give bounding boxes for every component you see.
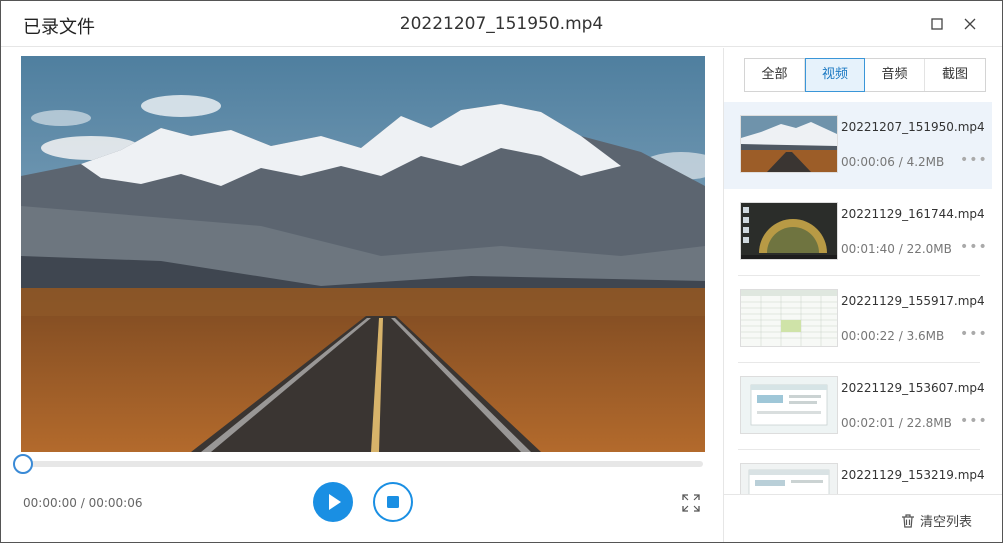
maximize-icon xyxy=(931,18,943,30)
list-item[interactable]: 20221129_153607.mp4 00:02:01 / 22.8MB ••… xyxy=(724,363,992,450)
list-item[interactable]: 20221129_155917.mp4 00:00:22 / 3.6MB ••• xyxy=(724,276,992,363)
tab-all[interactable]: 全部 xyxy=(745,59,805,91)
mountain-thumbnail-image xyxy=(741,116,837,172)
tab-screenshot[interactable]: 截图 xyxy=(925,59,985,91)
play-icon xyxy=(329,494,341,510)
title-bar[interactable]: 已录文件 20221207_151950.mp4 xyxy=(1,1,1002,47)
fullscreen-button[interactable] xyxy=(681,493,701,513)
desktop-thumbnail-image xyxy=(741,203,837,259)
file-meta: 00:01:40 / 22.0MB xyxy=(841,242,952,256)
video-display[interactable] xyxy=(21,56,705,452)
current-file-title: 20221207_151950.mp4 xyxy=(399,14,604,34)
recorded-files-window: 已录文件 20221207_151950.mp4 00:00:00 / 00:0… xyxy=(0,0,1003,543)
sidebar-footer: 清空列表 xyxy=(724,494,1002,542)
video-frame-image xyxy=(21,56,705,452)
tab-audio[interactable]: 音频 xyxy=(865,59,925,91)
more-icon[interactable]: ••• xyxy=(960,152,988,168)
close-button[interactable] xyxy=(959,13,981,35)
close-icon xyxy=(964,18,976,30)
more-icon[interactable]: ••• xyxy=(960,239,988,255)
clear-list-label: 清空列表 xyxy=(920,515,973,530)
video-thumbnail xyxy=(740,202,838,260)
list-item[interactable]: 20221207_151950.mp4 00:00:06 / 4.2MB ••• xyxy=(724,102,992,189)
file-list[interactable]: 20221207_151950.mp4 00:00:06 / 4.2MB ••• xyxy=(724,102,1002,494)
play-button[interactable] xyxy=(313,482,353,522)
time-current: 00:00:00 xyxy=(23,496,77,510)
app-window-thumbnail-image xyxy=(741,377,837,433)
maximize-button[interactable] xyxy=(926,13,948,35)
file-name: 20221129_155917.mp4 xyxy=(841,294,985,308)
video-thumbnail xyxy=(740,115,838,173)
file-meta: 00:00:22 / 3.6MB xyxy=(841,329,945,343)
app-window-thumbnail-image xyxy=(741,464,837,494)
video-thumbnail xyxy=(740,463,838,494)
progress-bar[interactable] xyxy=(23,461,703,467)
time-readout: 00:00:00 / 00:00:06 xyxy=(23,496,142,510)
more-icon[interactable]: ••• xyxy=(960,413,988,429)
time-total: 00:00:06 xyxy=(88,496,143,510)
spreadsheet-thumbnail-image xyxy=(741,290,837,346)
progress-handle[interactable] xyxy=(13,454,33,474)
file-name: 20221129_153219.mp4 xyxy=(841,468,985,482)
tab-video[interactable]: 视频 xyxy=(805,58,865,92)
stop-icon xyxy=(387,496,399,508)
file-name: 20221207_151950.mp4 xyxy=(841,120,985,134)
stop-button[interactable] xyxy=(373,482,413,522)
video-thumbnail xyxy=(740,289,838,347)
clear-list-button[interactable]: 清空列表 xyxy=(900,511,972,530)
filter-tabs: 全部 视频 音频 截图 xyxy=(744,58,986,92)
file-name: 20221129_161744.mp4 xyxy=(841,207,985,221)
time-separator: / xyxy=(76,496,89,510)
list-item[interactable]: 20221129_161744.mp4 00:01:40 / 22.0MB ••… xyxy=(724,189,992,276)
video-thumbnail xyxy=(740,376,838,434)
file-meta: 00:00:06 / 4.2MB xyxy=(841,155,945,169)
video-player: 00:00:00 / 00:00:06 xyxy=(1,48,723,542)
trash-icon xyxy=(902,513,914,528)
more-icon[interactable]: ••• xyxy=(960,326,988,342)
file-name: 20221129_153607.mp4 xyxy=(841,381,985,395)
file-meta: 00:02:01 / 22.8MB xyxy=(841,416,952,430)
file-sidebar: 全部 视频 音频 截图 20221207_151950.mp4 00:00:06… xyxy=(723,48,1002,542)
fullscreen-icon xyxy=(682,494,700,512)
list-item[interactable]: 20221129_153219.mp4 xyxy=(724,450,992,494)
